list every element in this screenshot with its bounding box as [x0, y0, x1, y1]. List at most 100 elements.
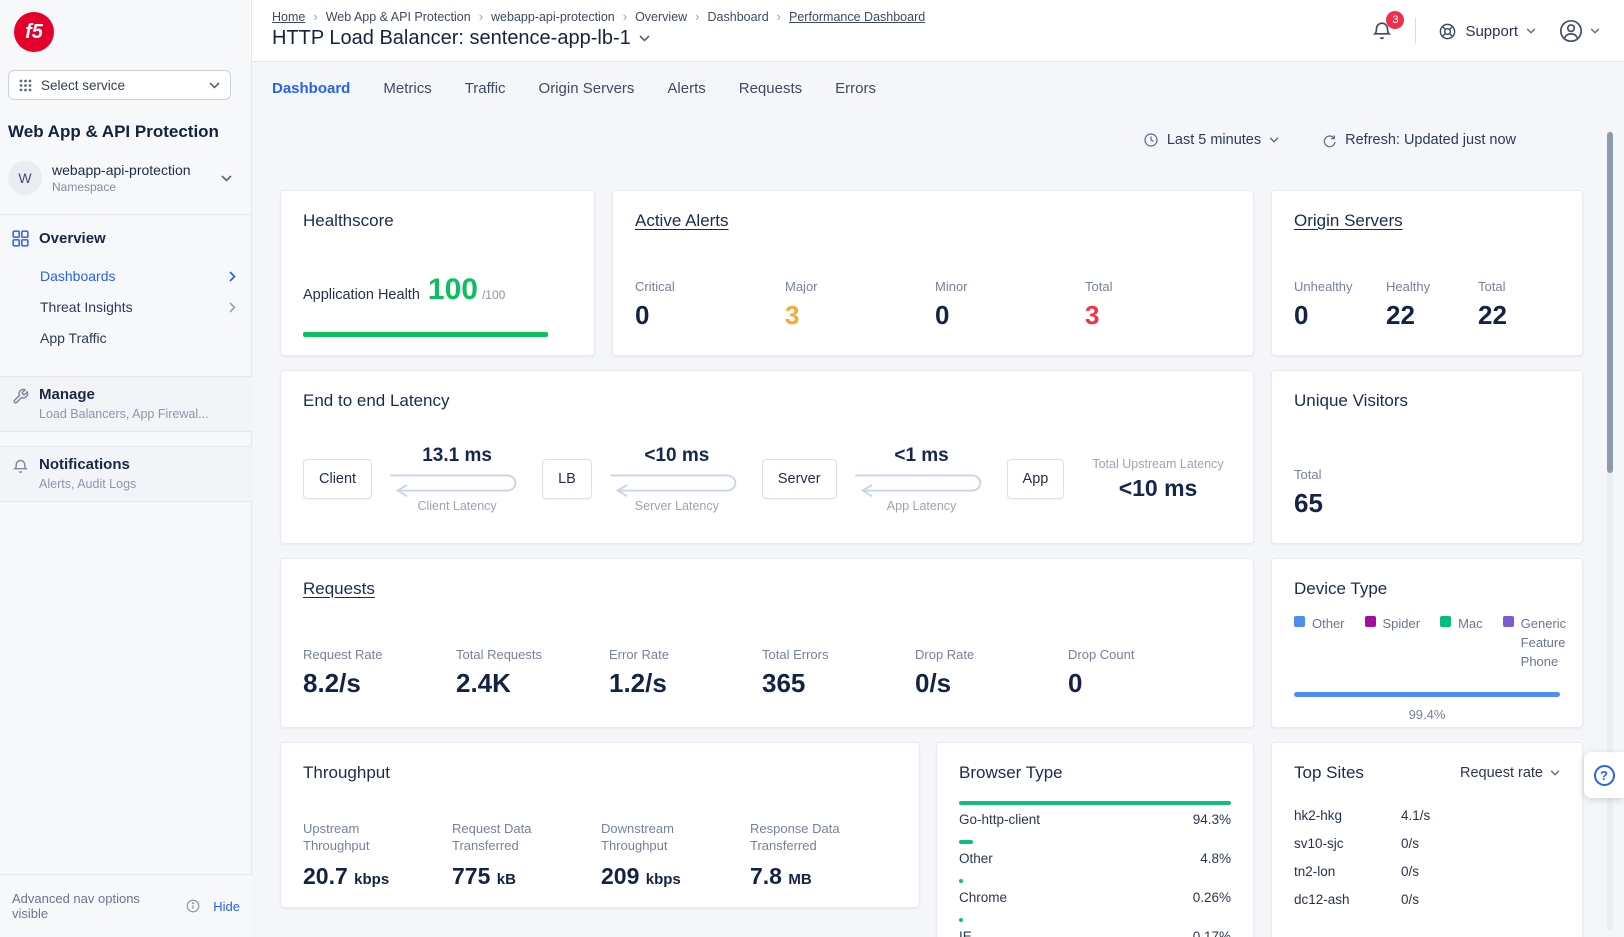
latency-node-server: Server [762, 459, 837, 499]
tab-requests[interactable]: Requests [739, 80, 802, 97]
sidebar: f5 Select service Web App & API Protecti… [0, 0, 252, 937]
metric-total-errors: Total Errors 365 [762, 647, 915, 699]
scrollbar-track[interactable] [1607, 130, 1613, 930]
browser-bar [959, 879, 963, 883]
top-site-row: tn2-lon 0/s [1294, 857, 1560, 885]
namespace-label: Namespace [52, 180, 191, 194]
metric-healthy: Healthy 22 [1386, 279, 1478, 331]
metric-downstream-throughput: Downstream Throughput 209 kbps [601, 817, 750, 890]
sidebar-item-threat-insights[interactable]: Threat Insights [40, 299, 236, 315]
metric-unhealthy: Unhealthy 0 [1294, 279, 1386, 331]
sidebar-section-overview[interactable]: Overview [12, 230, 106, 247]
notifications-bell-button[interactable]: 3 [1371, 20, 1393, 42]
tab-origin-servers[interactable]: Origin Servers [539, 80, 635, 97]
requests-card: Requests Request Rate 8.2/s Total Reques… [280, 558, 1254, 728]
breadcrumb-current[interactable]: Performance Dashboard [789, 10, 925, 24]
browser-bar [959, 801, 1231, 805]
healthscore-progress-bar [303, 332, 548, 337]
unique-visitors-title: Unique Visitors [1294, 391, 1560, 411]
help-icon [1594, 765, 1615, 786]
top-site-row: sv10-sjc 0/s [1294, 829, 1560, 857]
overview-grid-icon [12, 230, 29, 247]
healthscore-card: Healthscore Application Health 100 /100 [280, 190, 595, 356]
dashboard-toolbar: Last 5 minutes Refresh: Updated just now [1143, 132, 1516, 148]
tab-metrics[interactable]: Metrics [383, 80, 431, 97]
user-avatar-icon [1558, 18, 1584, 44]
hide-advanced-nav-link[interactable]: Hide [213, 899, 240, 914]
top-sites-list: hk2-hkg 4.1/s sv10-sjc 0/s tn2-lon 0/s d… [1294, 801, 1560, 913]
help-button[interactable] [1584, 752, 1624, 798]
legend-swatch [1365, 616, 1376, 627]
chevron-down-icon[interactable] [639, 35, 650, 42]
breadcrumb-item[interactable]: webapp-api-protection [491, 10, 615, 24]
top-site-row: dc12-ash 0/s [1294, 885, 1560, 913]
select-service-dropdown[interactable]: Select service [8, 70, 231, 100]
metric-major: Major 3 [785, 279, 935, 331]
sidebar-item-label: Dashboards [40, 268, 116, 284]
breadcrumb-item[interactable]: Dashboard [708, 10, 769, 24]
browser-row-go-http-client: Go-http-client94.3% [959, 801, 1231, 827]
active-alerts-title-link[interactable]: Active Alerts [635, 211, 1231, 231]
legend-item-other: Other [1294, 615, 1345, 672]
breadcrumb-item[interactable]: Web App & API Protection [326, 10, 471, 24]
sidebar-item-app-traffic[interactable]: App Traffic [40, 330, 236, 346]
sidebar-item-manage[interactable]: Manage Load Balancers, App Firewal... [0, 376, 252, 432]
application-health-value: 100 [428, 273, 478, 307]
tab-dashboard[interactable]: Dashboard [272, 80, 350, 97]
legend-swatch [1503, 616, 1514, 627]
manage-label: Manage [39, 386, 209, 403]
namespace-switcher[interactable]: W webapp-api-protection Namespace [8, 156, 244, 200]
scrollbar-thumb[interactable] [1607, 132, 1613, 473]
top-actions: 3 Support [1371, 0, 1600, 62]
breadcrumb-item[interactable]: Overview [635, 10, 687, 24]
top-header: Home Web App & API Protection webapp-api… [252, 0, 1624, 62]
roundtrip-arrow-icon [602, 467, 752, 499]
account-menu[interactable] [1558, 18, 1600, 44]
origin-servers-title-link[interactable]: Origin Servers [1294, 211, 1560, 231]
latency-hop-app: <1 ms App Latency [843, 445, 1001, 513]
chevron-right-icon [229, 302, 236, 313]
namespace-avatar: W [8, 161, 42, 195]
tab-traffic[interactable]: Traffic [465, 80, 506, 97]
breadcrumb-home[interactable]: Home [272, 10, 305, 24]
time-range-dropdown[interactable]: Last 5 minutes [1143, 132, 1279, 148]
namespace-name: webapp-api-protection [52, 162, 191, 178]
refresh-icon [1321, 132, 1337, 148]
latency-node-lb: LB [542, 459, 592, 499]
unique-visitors-total-value: 65 [1294, 488, 1560, 519]
top-sites-sort-dropdown[interactable]: Request rate [1460, 765, 1560, 781]
legend-item-generic-feature-phone: Generic Feature Phone [1503, 615, 1565, 672]
browser-row-other: Other4.8% [959, 840, 1231, 866]
metric-total-alerts: Total 3 [1085, 279, 1235, 331]
metric-drop-count: Drop Count 0 [1068, 647, 1221, 699]
sidebar-item-dashboards[interactable]: Dashboards [40, 268, 236, 284]
legend-item-spider: Spider [1365, 615, 1421, 672]
unique-visitors-total-label: Total [1294, 467, 1560, 482]
main-content: Dashboard Metrics Traffic Origin Servers… [252, 62, 1624, 937]
page-title: HTTP Load Balancer: sentence-app-lb-1 [272, 27, 631, 50]
select-service-label: Select service [41, 78, 125, 93]
breadcrumb-separator-icon [313, 9, 317, 24]
metric-error-rate: Error Rate 1.2/s [609, 647, 762, 699]
metric-critical: Critical 0 [635, 279, 785, 331]
notification-count-badge: 3 [1386, 11, 1404, 29]
requests-title-link[interactable]: Requests [303, 579, 1231, 599]
refresh-button[interactable]: Refresh: Updated just now [1321, 132, 1516, 148]
f5-logo[interactable]: f5 [14, 12, 54, 52]
metric-total-servers: Total 22 [1478, 279, 1570, 331]
breadcrumb-separator-icon [479, 9, 483, 24]
legend-swatch [1440, 616, 1451, 627]
healthscore-title: Healthscore [303, 211, 572, 231]
tab-errors[interactable]: Errors [835, 80, 876, 97]
sidebar-item-notifications[interactable]: Notifications Alerts, Audit Logs [0, 446, 252, 502]
tab-bar: Dashboard Metrics Traffic Origin Servers… [272, 80, 876, 97]
support-menu[interactable]: Support [1438, 22, 1536, 41]
chevron-down-icon [1269, 137, 1279, 143]
sidebar-section-title: Web App & API Protection [8, 122, 219, 142]
tab-alerts[interactable]: Alerts [667, 80, 705, 97]
page-title-row: HTTP Load Balancer: sentence-app-lb-1 [272, 27, 650, 50]
legend-swatch [1294, 616, 1305, 627]
throughput-card: Throughput Upstream Throughput 20.7 kbps… [280, 742, 920, 908]
top-sites-title: Top Sites [1294, 763, 1364, 783]
manage-subtitle: Load Balancers, App Firewal... [39, 407, 209, 421]
